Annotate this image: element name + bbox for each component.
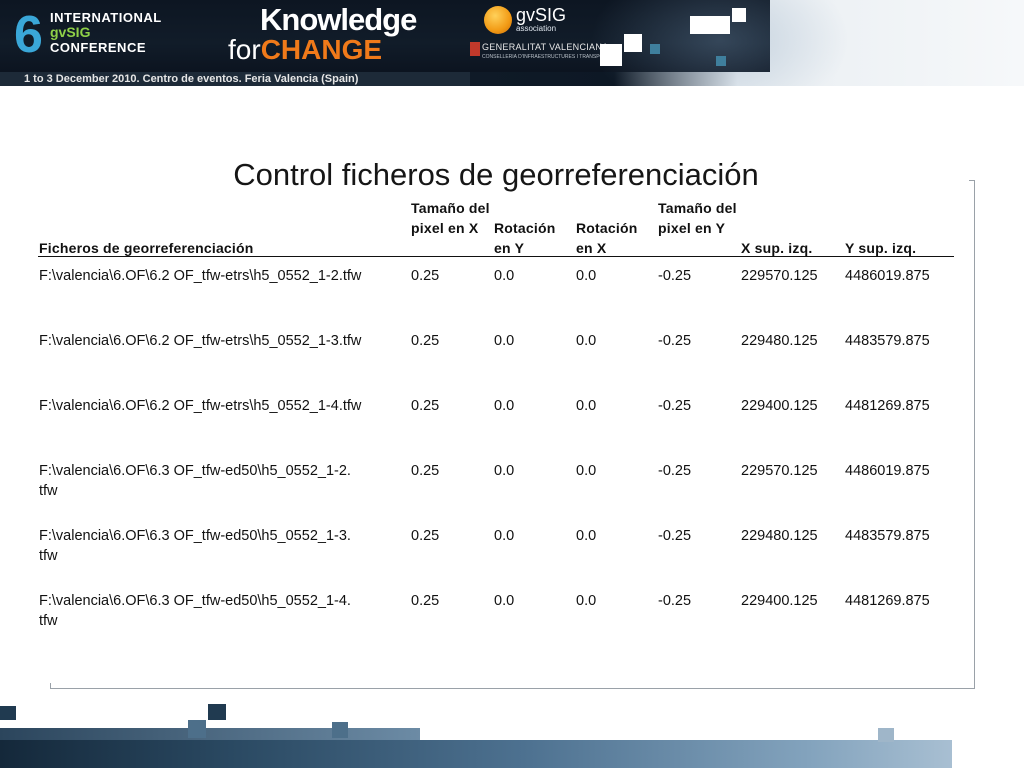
table-row: F:\valencia\6.OF\6.3 OF_tfw-ed50\h5_0552… [36,461,956,521]
decor-square [650,44,660,54]
cell-y-upper-left: 4486019.875 [845,463,930,479]
cell-file: F:\valencia\6.OF\6.3 OF_tfw-ed50\h5_0552… [39,528,351,564]
cell-y-upper-left: 4481269.875 [845,593,930,609]
generalitat-name: GENERALITAT VALENCIANA [482,42,609,52]
gvsig-association-sub: association [516,24,557,33]
conference-line-gvsig: gvSIG [50,24,91,40]
cell-y-upper-left: 4481269.875 [845,398,930,414]
conference-logo-text: INTERNATIONAL gvSIG CONFERENCE [50,10,162,55]
cell-pixel-size-y: -0.25 [658,398,692,414]
decor-square [188,720,206,738]
cell-pixel-size-x: 0.25 [411,463,440,479]
header-pixel-size-y: Tamaño del pixel en Y [658,200,737,236]
cell-file: F:\valencia\6.OF\6.2 OF_tfw-etrs\h5_0552… [39,268,362,284]
event-date: 1 to 3 December 2010. Centro de eventos.… [24,73,359,85]
cell-rotation-y: 0.0 [494,268,515,284]
cell-pixel-size-y: -0.25 [658,268,692,284]
cell-pixel-size-x: 0.25 [411,268,440,284]
decor-square [732,8,746,22]
footer-accent [0,728,420,740]
table-row: F:\valencia\6.OF\6.2 OF_tfw-etrs\h5_0552… [36,396,956,456]
tagline-for: for [228,34,261,65]
cell-rotation-x: 0.0 [576,593,597,609]
cell-pixel-size-x: 0.25 [411,398,440,414]
decor-square [332,722,348,738]
decor-square [716,56,726,66]
cell-rotation-y: 0.0 [494,398,515,414]
date-bar: 1 to 3 December 2010. Centro de eventos.… [0,72,470,86]
cell-pixel-size-y: -0.25 [658,333,692,349]
cell-file: F:\valencia\6.OF\6.3 OF_tfw-ed50\h5_0552… [39,463,351,499]
cell-rotation-x: 0.0 [576,398,597,414]
slide-title: Control ficheros de georreferenciación [233,157,759,192]
cell-rotation-y: 0.0 [494,333,515,349]
cell-x-upper-left: 229570.125 [741,268,818,284]
gvsig-association-logo-icon [484,6,512,34]
cell-y-upper-left: 4483579.875 [845,333,930,349]
header-rotation-x: Rotación en X [576,220,638,256]
decor-square [0,706,16,720]
cell-pixel-size-x: 0.25 [411,593,440,609]
cell-pixel-size-y: -0.25 [658,463,692,479]
table-row: F:\valencia\6.OF\6.3 OF_tfw-ed50\h5_0552… [36,526,956,586]
conference-line-conference: CONFERENCE [50,40,147,55]
cell-y-upper-left: 4486019.875 [845,268,930,284]
decor-square [878,728,894,742]
generalitat-shield-icon [470,42,480,56]
cell-x-upper-left: 229570.125 [741,463,818,479]
cell-rotation-y: 0.0 [494,463,515,479]
header-x-upper-left: X sup. izq. [741,240,813,256]
conference-number: 6 [14,6,43,64]
cell-rotation-x: 0.0 [576,528,597,544]
cell-pixel-size-y: -0.25 [658,528,692,544]
cell-file: F:\valencia\6.OF\6.2 OF_tfw-etrs\h5_0552… [39,333,362,349]
table-row: F:\valencia\6.OF\6.2 OF_tfw-etrs\h5_0552… [36,266,956,326]
conference-banner: 6 INTERNATIONAL gvSIG CONFERENCE Knowled… [0,0,1024,86]
tagline: Knowledge forCHANGE [228,2,417,64]
cell-x-upper-left: 229480.125 [741,333,818,349]
decor-square [624,34,642,52]
cell-y-upper-left: 4483579.875 [845,528,930,544]
tagline-for-change: forCHANGE [228,36,416,64]
conference-line-international: INTERNATIONAL [50,10,162,25]
header-pixel-size-x: Tamaño del pixel en X [411,200,490,236]
cell-rotation-y: 0.0 [494,528,515,544]
decor-square [690,16,730,34]
header-file: Ficheros de georreferenciación [39,240,254,256]
cell-rotation-x: 0.0 [576,333,597,349]
header-divider [38,256,954,257]
cell-file: F:\valencia\6.OF\6.2 OF_tfw-etrs\h5_0552… [39,398,362,414]
cell-pixel-size-y: -0.25 [658,593,692,609]
header-rotation-y: Rotación en Y [494,220,556,256]
decor-square [208,704,226,720]
table-row: F:\valencia\6.OF\6.2 OF_tfw-etrs\h5_0552… [36,331,956,391]
footer-band [0,740,952,768]
cell-x-upper-left: 229400.125 [741,398,818,414]
cell-pixel-size-x: 0.25 [411,333,440,349]
tagline-change: CHANGE [260,34,383,65]
decor-square [600,44,622,66]
generalitat-sub: CONSELLERIA D'INFRAESTRUCTURES I TRANSPO… [482,54,611,60]
cell-x-upper-left: 229400.125 [741,593,818,609]
cell-rotation-x: 0.0 [576,268,597,284]
cell-x-upper-left: 229480.125 [741,528,818,544]
gvsig-association-name: gvSIG [516,5,567,25]
cell-rotation-y: 0.0 [494,593,515,609]
table-row: F:\valencia\6.OF\6.3 OF_tfw-ed50\h5_0552… [36,591,956,651]
cell-pixel-size-x: 0.25 [411,528,440,544]
cell-rotation-x: 0.0 [576,463,597,479]
header-y-upper-left: Y sup. izq. [845,240,917,256]
cell-file: F:\valencia\6.OF\6.3 OF_tfw-ed50\h5_0552… [39,593,351,629]
tagline-knowledge: Knowledge [260,2,417,37]
